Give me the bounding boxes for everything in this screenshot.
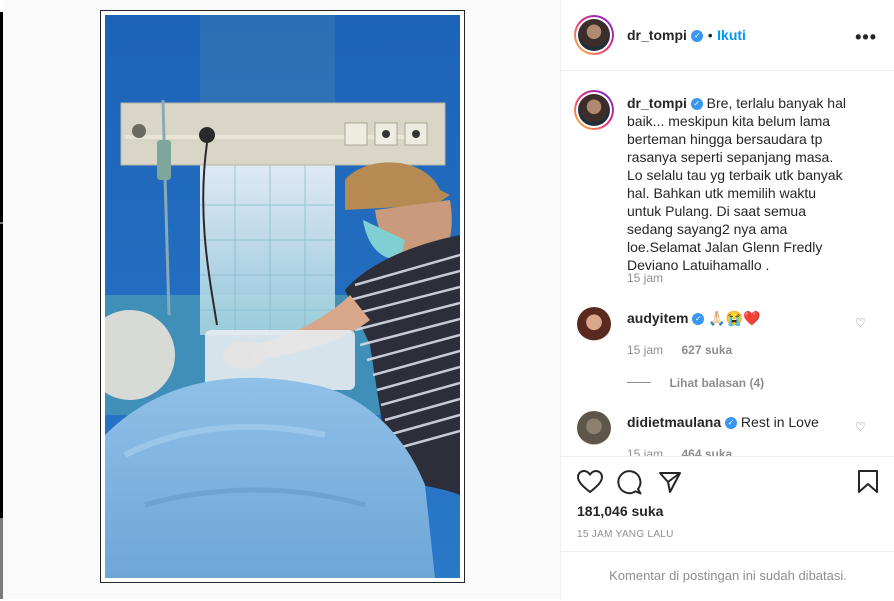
view-replies[interactable]: Lihat balasan (4) [627,374,764,392]
post-date[interactable]: 15 JAM YANG LALU [577,529,674,540]
caption: dr_tompi ✓ Bre, terlalu banyak hal baik.… [627,94,847,274]
post-sidebar: dr_tompi ✓ • Ikuti ••• dr_tompi ✓ Bre, t… [560,0,894,599]
comment-like-icon[interactable]: ♡ [855,420,867,434]
comment-like-icon[interactable]: ♡ [855,316,867,330]
comment-likes[interactable]: 464 suka [681,447,732,456]
like-heart-icon[interactable] [577,470,603,494]
author-username[interactable]: dr_tompi [627,27,687,43]
share-send-icon[interactable] [658,470,682,494]
post-header: dr_tompi ✓ • Ikuti ••• [561,0,894,71]
follow-separator: • [707,27,713,43]
comment-username[interactable]: didietmaulana [627,414,721,430]
likes-count[interactable]: 181,046 suka [577,503,663,519]
verified-icon: ✓ [692,313,705,326]
comment-text: 🙏🏻😭❤️ [708,310,761,326]
comment-time[interactable]: 15 jam [627,343,663,357]
verified-icon: ✓ [691,29,704,42]
comment-item: didietmaulana ✓ Rest in Love [627,414,819,430]
comment-avatar[interactable] [577,411,611,445]
comment-item: audyitem ✓ 🙏🏻😭❤️ [627,310,761,327]
comments-closed-notice: Komentar di postingan ini sudah dibatasi… [561,551,894,601]
caption-username[interactable]: dr_tompi [627,95,687,111]
comment-likes[interactable]: 627 suka [681,343,732,357]
caption-text: Bre, terlalu banyak hal baik... meskipun… [627,95,846,273]
comment-username[interactable]: audyitem [627,310,688,326]
verified-icon: ✓ [725,417,738,430]
post-photo [105,15,460,578]
save-bookmark-icon[interactable] [857,469,879,494]
replies-line [627,382,651,384]
comment-time[interactable]: 15 jam [627,447,663,456]
author-avatar[interactable] [574,15,614,55]
verified-icon: ✓ [690,98,703,111]
caption-time[interactable]: 15 jam [627,271,663,285]
more-options-icon[interactable]: ••• [855,27,877,48]
comment-avatar[interactable] [577,307,611,341]
view-replies-label[interactable]: Lihat balasan (4) [669,376,764,390]
post-actions: 181,046 suka 15 JAM YANG LALU Komentar d… [561,456,894,600]
media-panel [3,0,560,599]
comments-list[interactable]: dr_tompi ✓ Bre, terlalu banyak hal baik.… [561,71,894,456]
caption-avatar[interactable] [574,90,614,130]
follow-button[interactable]: Ikuti [717,27,746,43]
post-photo-frame[interactable] [100,10,465,583]
comment-bubble-icon[interactable] [617,470,642,495]
comment-text: Rest in Love [740,414,819,430]
